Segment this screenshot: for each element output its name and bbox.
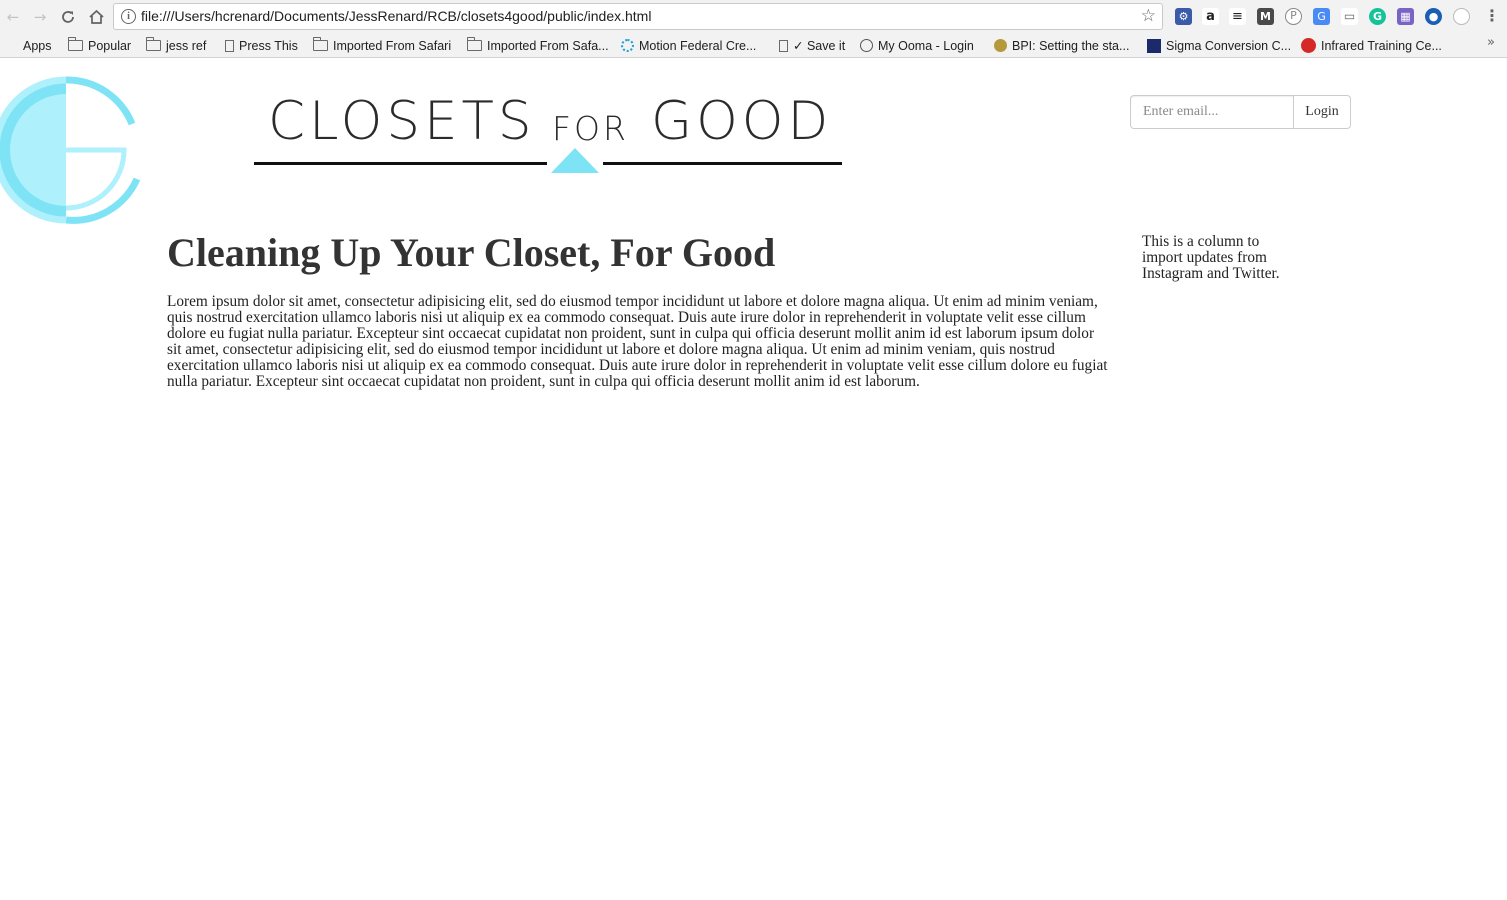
body-paragraph: Lorem ipsum dolor sit amet, consectetur …: [167, 293, 1108, 390]
bookmark-label: Popular: [88, 38, 132, 53]
page-title: Cleaning Up Your Closet, For Good: [167, 230, 776, 275]
bookmark-sigma-conversion[interactable]: Sigma Conversion C...: [1147, 37, 1291, 54]
chevron-right-double-icon[interactable]: »: [1487, 35, 1495, 50]
cg-circle-logo-icon: [0, 76, 141, 224]
bookmark-motion-federal[interactable]: Motion Federal Cre...: [621, 37, 756, 54]
bookmark-label: Sigma Conversion C...: [1166, 38, 1292, 53]
calendar-extension-icon[interactable]: ▦: [1397, 8, 1414, 25]
bookmark-jess-ref[interactable]: jess ref: [146, 37, 206, 54]
motion-logo-icon: [621, 39, 634, 52]
bookmark-label: Imported From Safari: [333, 38, 452, 53]
email-field[interactable]: [1130, 95, 1293, 129]
wordmark-triangle: [551, 148, 599, 173]
bookmark-imported-from-safari[interactable]: Imported From Safari: [313, 37, 451, 54]
folder-icon: [313, 37, 328, 51]
bookmarks-bar: Apps Popular jess ref Press This Importe…: [0, 33, 1507, 58]
bookmark-label: ✓ Save it: [793, 39, 846, 53]
grammarly-extension-icon[interactable]: G: [1369, 8, 1386, 25]
wordmark-rule-left: [254, 162, 547, 165]
bookmark-label: Press This: [239, 38, 298, 53]
sigma-logo-icon: [1147, 38, 1161, 53]
amazon-extension-icon[interactable]: a: [1202, 8, 1219, 25]
brand-word-for: FOR: [552, 109, 629, 148]
social-updates-column: This is a column to import updates from …: [1142, 233, 1280, 282]
bookmark-popular[interactable]: Popular: [68, 37, 131, 54]
address-bar-url[interactable]: file:///Users/hcrenard/Documents/JessRen…: [141, 8, 651, 24]
bookmark-label: Apps: [23, 38, 52, 53]
login-form: Login: [1130, 95, 1351, 129]
buffer-extension-icon[interactable]: ≡: [1229, 8, 1246, 25]
bookmark-bpi[interactable]: BPI: Setting the sta...: [994, 37, 1129, 54]
brand-word-good: GOOD: [651, 91, 833, 152]
translate-extension-icon[interactable]: G: [1313, 8, 1330, 25]
wordmark-rule-right: [603, 162, 842, 165]
bookmark-infrared-training[interactable]: Infrared Training Ce...: [1301, 37, 1442, 54]
bookmark-label: Motion Federal Cre...: [639, 38, 757, 53]
itc-logo-icon: [1301, 38, 1316, 53]
brand-word-closets: CLOSETS: [268, 91, 536, 152]
bookmark-label: jess ref: [166, 38, 207, 53]
bpi-logo-icon: [994, 39, 1007, 52]
cast-extension-icon[interactable]: ▭: [1341, 8, 1358, 25]
tools-extension-icon[interactable]: ⚙: [1175, 8, 1192, 25]
folder-icon: [68, 37, 83, 51]
bookmark-imported-from-safari-2[interactable]: Imported From Safa...: [467, 37, 609, 54]
login-button[interactable]: Login: [1293, 95, 1351, 129]
bookmark-my-ooma[interactable]: My Ooma - Login: [860, 37, 974, 54]
page-icon: [225, 39, 234, 52]
bookmark-label: My Ooma - Login: [878, 38, 974, 53]
medium-extension-icon[interactable]: M: [1257, 8, 1274, 25]
apps-grid-icon: [6, 40, 18, 52]
bookmark-label: Imported From Safa...: [487, 38, 609, 53]
page-icon: [779, 39, 788, 52]
folder-icon: [146, 37, 161, 51]
bookmark-press-this[interactable]: Press This: [225, 37, 298, 54]
forward-arrow-icon[interactable]: →: [29, 6, 51, 28]
address-bar[interactable]: i file:///Users/hcrenard/Documents/JessR…: [113, 3, 1163, 30]
more-vert-icon[interactable]: ⋮: [1484, 6, 1500, 25]
bookmark-apps[interactable]: Apps: [6, 37, 52, 54]
bookmark-label: Infrared Training Ce...: [1321, 38, 1442, 53]
ooma-logo-icon: [860, 39, 873, 52]
info-icon[interactable]: i: [121, 9, 136, 24]
pinterest-extension-icon[interactable]: P: [1285, 8, 1302, 25]
brand-wordmark: CLOSETS FOR GOOD: [254, 92, 844, 177]
star-icon[interactable]: ☆: [1141, 6, 1156, 26]
home-icon[interactable]: [85, 6, 107, 28]
reload-icon[interactable]: [57, 6, 79, 28]
bookmark-save-it[interactable]: ✓ Save it: [779, 37, 845, 54]
folder-icon: [467, 37, 482, 51]
browser-toolbar: ← → i file:///Users/hcrenard/Documents/J…: [0, 0, 1507, 33]
bookmark-label: BPI: Setting the sta...: [1012, 38, 1130, 53]
back-arrow-icon[interactable]: ←: [2, 6, 24, 28]
loading-extension-icon[interactable]: [1453, 8, 1470, 25]
onenote-extension-icon[interactable]: ●: [1425, 8, 1442, 25]
